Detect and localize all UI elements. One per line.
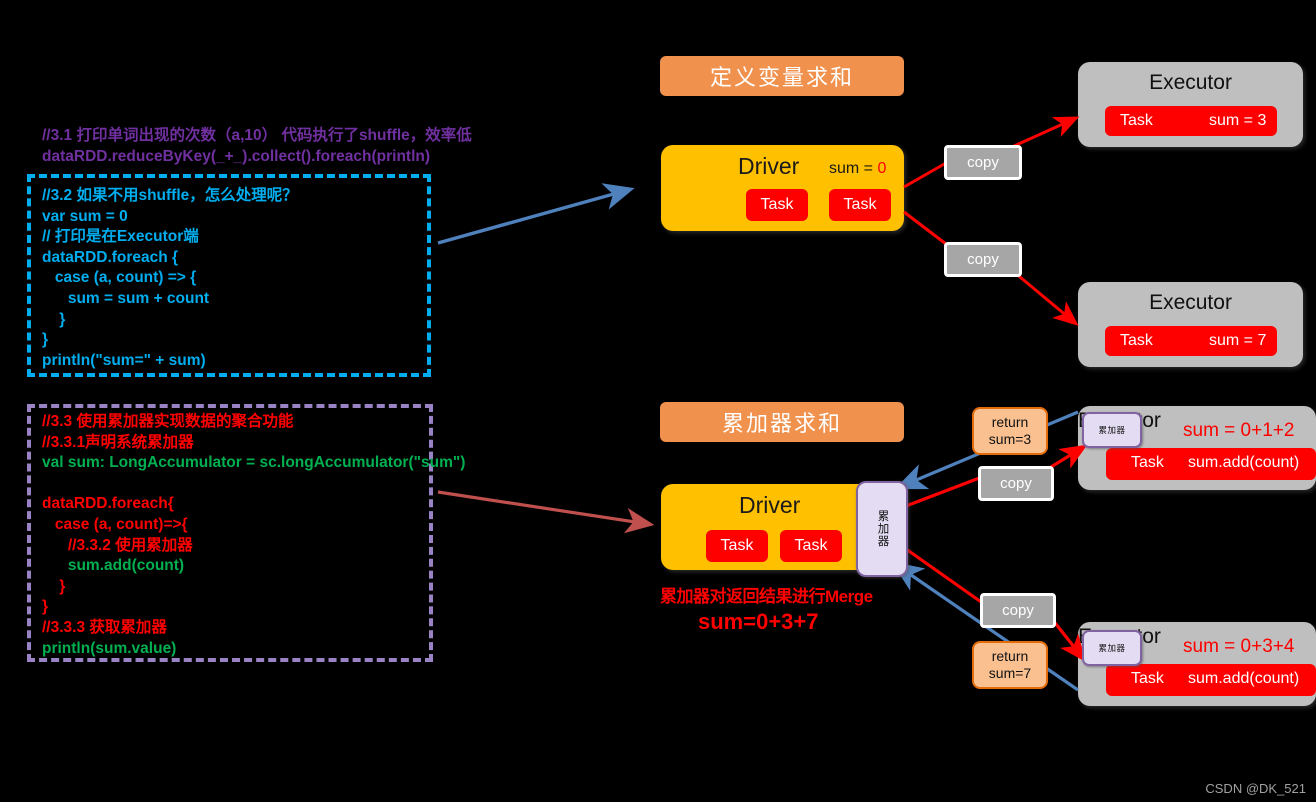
arrow-driver-to-copy-top-2 [903,210,947,246]
executor-task-label: Task [1120,332,1153,349]
return-chip-line2: sum=3 [988,431,1032,447]
diagram-canvas: //3.1 打印单词出现的次数（a,10） 代码执行了shuffle，效率低 d… [0,0,1316,802]
return-chip-line2: sum=7 [988,665,1032,681]
code-line: //3.1 打印单词出现的次数（a,10） 代码执行了shuffle，效率低 [42,127,472,144]
code-line: println(sum.value) [42,639,177,657]
code-line: dataRDD.foreach { [42,248,179,266]
executor-task-sum: sum = 7 [1209,332,1267,349]
copy-chip-bottom-2: copy [980,593,1056,628]
executor-sum-expression: sum = 0+3+4 [1183,636,1295,657]
arrow-driver-to-copy-top-1 [903,161,947,189]
driver-task-chip: Task [706,530,768,562]
code-line: } [42,598,49,616]
driver-sum-value: 0 [877,160,887,177]
watermark: CSDN @DK_521 [1205,781,1306,796]
code-line: case (a, count) => { [42,269,197,287]
executor-box-top-1: Executor Task sum = 3 [1078,62,1303,147]
arrow-copy-to-executor-top-1 [1013,116,1080,148]
return-chip-1: return sum=3 [972,407,1048,455]
executor-task-label: Task [1120,112,1153,129]
executor-task-chip: Task sum = 7 [1105,326,1277,356]
driver-title: Driver [738,153,800,179]
copy-chip-top-1: copy [944,145,1022,180]
driver-sum-readout: sum = 0 [829,160,886,178]
code-block-1-body: //3.2 如果不用shuffle，怎么处理呢？ var sum = 0 // … [42,186,442,371]
code-line: } [42,310,66,328]
executor-title: Executor [1149,71,1232,94]
code-line: //3.3.3 获取累加器 [42,619,167,637]
executor-task-expression: sum.add(count) [1188,454,1300,471]
code-line: sum = sum + count [42,290,210,308]
code-line: // 打印是在Executor端 [42,228,199,246]
executor-task-expression: sum.add(count) [1188,670,1300,687]
arrow-code2-to-driver [437,490,655,534]
code-line: } [42,577,66,595]
executor-title: Executor [1149,291,1232,314]
arrow-accum-to-copy-bottom-1 [905,475,983,508]
copy-chip-top-2: copy [944,242,1022,277]
driver-task-chip: Task [829,189,891,221]
code-block-2-body: //3.3 使用累加器实现数据的聚合功能 //3.3.1声明系统累加器 val … [42,412,466,659]
code-line: sum.add(count) [42,557,185,575]
executor-box-top-2: Executor Task sum = 7 [1078,282,1303,367]
arrow-accum-to-copy-bottom-2 [905,547,985,606]
executor-sum-expression: sum = 0+1+2 [1183,420,1295,441]
merge-note-title: 累加器对返回结果进行Merge [660,587,873,606]
return-chip-2: return sum=7 [972,641,1048,689]
code-line: } [42,331,49,349]
code-block-1-preamble: //3.1 打印单词出现的次数（a,10） 代码执行了shuffle，效率低 d… [42,126,512,167]
code-line: var sum = 0 [42,207,128,225]
executor-task-chip: Task sum.add(count) [1106,664,1316,696]
executor-task-chip: Task sum.add(count) [1106,448,1316,480]
code-line: println("sum=" + sum) [42,351,206,369]
executor-task-sum: sum = 3 [1209,112,1267,129]
copy-chip-bottom-1: copy [978,466,1054,501]
executor-accumulator-badge-1: 累加器 [1082,412,1142,448]
driver-box-top: Driver sum = 0 Task Task [661,145,904,231]
code-line: dataRDD.foreach{ [42,495,174,513]
section-header-accumulator: 累加器求和 [660,402,904,442]
driver-accumulator-tab: 累加器 [856,481,908,577]
driver-sum-label: sum = [829,160,874,177]
arrow-code1-to-driver [437,183,635,245]
executor-task-label: Task [1131,670,1164,687]
return-chip-line1: return [991,413,1029,430]
executor-task-chip: Task sum = 3 [1105,106,1277,136]
code-line: //3.3.2 使用累加器 [42,536,193,554]
driver-task-chip: Task [780,530,842,562]
code-line: //3.3.1声明系统累加器 [42,433,194,451]
code-line: case (a, count)=>{ [42,516,188,534]
executor-task-label: Task [1131,454,1164,471]
code-line: val sum: LongAccumulator = sc.longAccumu… [42,454,466,472]
merge-note-sum: sum=0+3+7 [698,609,819,634]
executor-accumulator-badge-2: 累加器 [1082,630,1142,666]
code-line: //3.2 如果不用shuffle，怎么处理呢？ [42,187,298,204]
code-line: //3.3 使用累加器实现数据的聚合功能 [42,413,294,430]
driver-task-chip: Task [746,189,808,221]
code-line: dataRDD.reduceByKey(_+_).collect().forea… [42,147,431,165]
driver-title: Driver [739,492,801,518]
arrow-copy-to-executor-top-2 [1013,270,1079,326]
section-header-define-variable: 定义变量求和 [660,56,904,96]
return-chip-line1: return [991,647,1029,664]
